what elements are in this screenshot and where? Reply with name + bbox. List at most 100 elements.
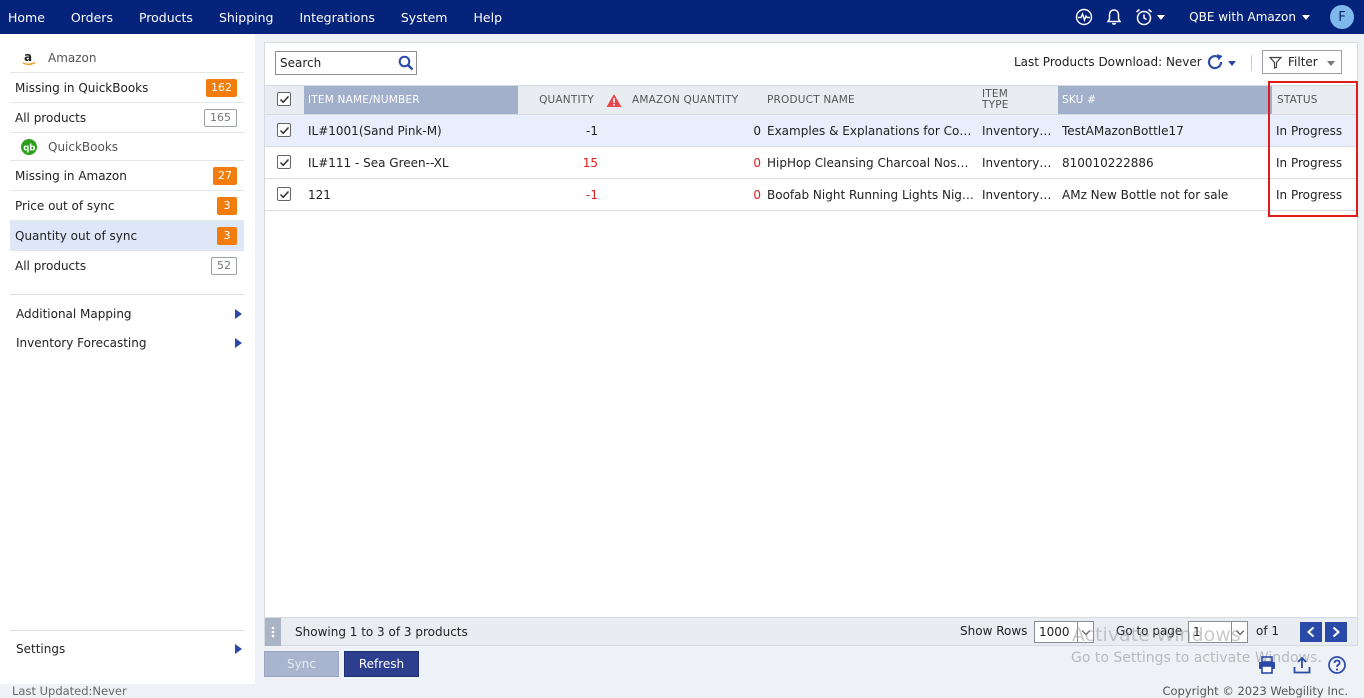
cell-status-text: In Progress	[1276, 187, 1343, 202]
alarm-dropdown-caret-icon[interactable]	[1157, 14, 1166, 20]
cell-item-name-text: IL#1001(Sand Pink-M)	[308, 123, 442, 138]
quickbooks-heading: qb QuickBooks	[10, 132, 244, 160]
sidebar-link-settings[interactable]: Settings	[16, 639, 242, 659]
chevron-down-icon	[1327, 61, 1335, 66]
help-icon[interactable]	[1326, 654, 1348, 676]
cell-product-name-text: Examples & Explanations for Contracts	[767, 123, 974, 138]
nav-system[interactable]: System	[401, 10, 448, 25]
go-to-page-label: Go to page	[1116, 624, 1183, 638]
sidebar-item-quantity-out-of-sync[interactable]: Quantity out of sync 3	[10, 220, 244, 250]
refresh-button[interactable]: Refresh	[344, 651, 419, 677]
cell-amazon-quantity-text: 0	[753, 187, 761, 202]
copyright-text: Copyright © 2023 Webgility Inc.	[1162, 684, 1348, 698]
column-header-label: TYPE	[982, 99, 1009, 111]
bell-icon[interactable]	[1103, 6, 1125, 28]
cell-sku-text: AMz New Bottle not for sale	[1062, 187, 1229, 202]
table-row[interactable]: IL#1001(Sand Pink-M) -1 0 Examples & Explan…	[265, 115, 1357, 147]
nav-orders[interactable]: Orders	[71, 10, 113, 25]
column-header-item-type[interactable]: ITEM TYPE	[978, 86, 1058, 114]
sidebar-item-missing-in-amazon[interactable]: Missing in Amazon 27	[10, 160, 244, 190]
sidebar-item-missing-in-quickbooks[interactable]: Missing in QuickBooks 162	[10, 72, 244, 102]
cell-sku: TestAMazonBottle17	[1062, 115, 1268, 146]
row-checkbox[interactable]	[277, 123, 291, 137]
last-updated-text: Last Updated:Never	[12, 684, 127, 698]
nav-home[interactable]: Home	[8, 10, 45, 25]
cell-sku-text: TestAMazonBottle17	[1062, 123, 1184, 138]
download-refresh-dropdown[interactable]	[1205, 52, 1241, 74]
print-icon[interactable]	[1256, 654, 1278, 676]
grip-handle-icon[interactable]	[265, 617, 281, 646]
cell-sku: 810010222886	[1062, 147, 1268, 178]
show-rows-label: Show Rows	[960, 624, 1028, 638]
sidebar-item-label: Missing in QuickBooks	[15, 80, 149, 95]
cell-status: In Progress	[1276, 115, 1354, 146]
search-icon[interactable]	[398, 55, 414, 71]
alarm-clock-icon[interactable]	[1133, 6, 1155, 28]
page-select[interactable]: 1	[1188, 621, 1248, 643]
count-badge: 165	[204, 108, 237, 127]
sidebar-item-label: Quantity out of sync	[15, 228, 138, 243]
table-row[interactable]: 121 -1 0 Boofab Night Running Lights Night …	[265, 179, 1357, 211]
row-checkbox[interactable]	[277, 187, 291, 201]
user-avatar[interactable]: F	[1330, 5, 1354, 29]
search-input[interactable]	[280, 56, 392, 70]
rows-per-page-select[interactable]: 1000	[1034, 621, 1094, 643]
next-page-button[interactable]	[1325, 622, 1347, 642]
sidebar-link-additional-mapping[interactable]: Additional Mapping	[16, 304, 242, 324]
nav-help[interactable]: Help	[474, 10, 503, 25]
activate-windows-subtext: Go to Settings to activate Windows.	[1071, 650, 1322, 666]
nav-right-tools: QBE with Amazon F	[1073, 0, 1364, 34]
quickbooks-logo-icon: qb	[20, 138, 38, 156]
column-header-item[interactable]: ITEM NAME/NUMBER	[304, 86, 518, 114]
cell-item-name: IL#111 - Sea Green--XL	[308, 147, 518, 178]
previous-page-button[interactable]	[1300, 622, 1322, 642]
select-all-checkbox[interactable]	[277, 92, 291, 106]
cell-product-name-text: HipHop Cleansing Charcoal Nose Strips	[767, 155, 974, 170]
column-header-amazon-quantity[interactable]: AMAZON QUANTITY	[598, 86, 763, 114]
cell-item-type: Inventory Part	[982, 115, 1054, 146]
expand-arrow-icon	[235, 309, 242, 319]
export-upload-icon[interactable]	[1291, 654, 1313, 676]
rows-per-page-value: 1000	[1039, 625, 1070, 639]
company-dropdown-caret-icon[interactable]	[1302, 14, 1310, 20]
row-checkbox[interactable]	[277, 155, 291, 169]
cell-quantity: 15	[518, 147, 598, 178]
sidebar-item-quickbooks-all-products[interactable]: All products 52	[10, 250, 244, 280]
showing-count: Showing 1 to 3 of 3 products	[295, 624, 468, 639]
checkmark-icon	[279, 158, 289, 166]
cell-amazon-quantity-text: 0	[753, 155, 761, 170]
column-header-status[interactable]: STATUS	[1272, 86, 1357, 114]
column-header-product-name[interactable]: PRODUCT NAME	[763, 86, 978, 114]
sidebar-item-price-out-of-sync[interactable]: Price out of sync 3	[10, 190, 244, 220]
activity-icon[interactable]	[1073, 6, 1095, 28]
sync-button[interactable]: Sync	[264, 651, 339, 677]
table-body: IL#1001(Sand Pink-M) -1 0 Examples & Explan…	[265, 115, 1357, 211]
cell-sku: AMz New Bottle not for sale	[1062, 179, 1268, 210]
refresh-icon	[1205, 52, 1225, 75]
cell-quantity-text: -1	[586, 187, 598, 202]
sidebar: a Amazon Missing in QuickBooks 162 All p…	[0, 34, 255, 684]
page-value: 1	[1193, 625, 1201, 639]
column-header-label: AMAZON QUANTITY	[632, 94, 739, 106]
sidebar-link-inventory-forecasting[interactable]: Inventory Forecasting	[16, 333, 242, 353]
chevron-down-icon	[1231, 622, 1247, 642]
svg-text:a: a	[24, 50, 32, 64]
nav-integrations[interactable]: Integrations	[299, 10, 374, 25]
cell-item-type-text: Inventory Part	[982, 155, 1054, 170]
nav-shipping[interactable]: Shipping	[219, 10, 274, 25]
cell-product-name-text: Boofab Night Running Lights Night Lights	[767, 187, 974, 202]
nav-products[interactable]: Products	[139, 10, 193, 25]
cell-item-type: Inventory Part	[982, 147, 1054, 178]
sidebar-divider	[10, 630, 244, 631]
sidebar-item-amazon-all-products[interactable]: All products 165	[10, 102, 244, 132]
table-row[interactable]: IL#111 - Sea Green--XL 15 0 HipHop Cleansin…	[265, 147, 1357, 179]
column-header-quantity[interactable]: QUANTITY	[518, 86, 598, 114]
checkmark-icon	[279, 126, 289, 134]
cell-product-name: Boofab Night Running Lights Night Lights	[767, 179, 974, 210]
cell-quantity: -1	[518, 179, 598, 210]
column-header-sku[interactable]: SKU #	[1058, 86, 1272, 114]
amazon-heading: a Amazon	[10, 44, 244, 72]
filter-icon	[1269, 56, 1282, 69]
filter-button[interactable]: Filter	[1262, 50, 1342, 74]
company-selector[interactable]: QBE with Amazon	[1189, 10, 1296, 24]
